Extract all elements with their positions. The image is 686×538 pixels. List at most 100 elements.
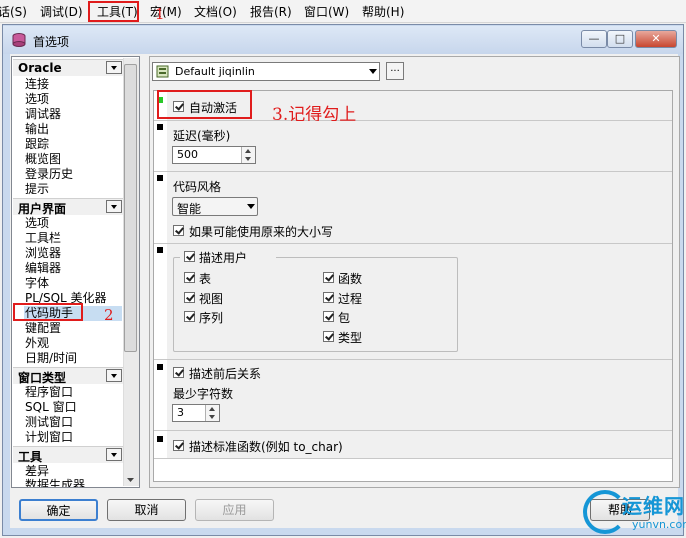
delay-stepper[interactable]: 500 — [172, 146, 256, 164]
chevron-down-icon — [247, 204, 255, 209]
nav-item-toolbar[interactable]: 工具栏 — [25, 231, 61, 246]
stepper-up-icon[interactable] — [209, 407, 215, 411]
menu-session[interactable]: 话(S) — [0, 3, 27, 20]
collapse-toggle-icon[interactable] — [106, 61, 122, 74]
nav-item-editor[interactable]: 编辑器 — [25, 261, 61, 276]
type-view-checkbox[interactable] — [184, 292, 195, 303]
collapse-toggle-icon[interactable] — [106, 369, 122, 382]
nav-item-test-window[interactable]: 测试窗口 — [25, 415, 73, 430]
profile-value: Default jiqinlin — [175, 65, 255, 78]
scrollbar-thumb[interactable] — [124, 64, 137, 352]
stepper-up-icon[interactable] — [245, 149, 251, 153]
describe-std-funcs-checkbox[interactable] — [173, 440, 184, 451]
profile-icon — [156, 65, 169, 78]
nav-item-program-window[interactable]: 程序窗口 — [25, 385, 73, 400]
type-sequence-label: 序列 — [199, 311, 224, 325]
stepper-down-icon[interactable] — [209, 415, 215, 419]
type-sequence-checkbox[interactable] — [184, 311, 195, 322]
ok-button[interactable]: 确定 — [19, 499, 98, 521]
nav-item-login-history[interactable]: 登录历史 — [25, 167, 73, 182]
nav-item-ui-options[interactable]: 选项 — [25, 216, 49, 231]
title-bar: 首选项 — □ ✕ — [3, 26, 683, 54]
maximize-button[interactable]: □ — [607, 30, 633, 48]
type-table-checkbox[interactable] — [184, 272, 195, 283]
collapse-toggle-icon[interactable] — [106, 200, 122, 213]
type-view-label: 视图 — [199, 292, 224, 306]
annotation-box-code-assistant — [13, 303, 83, 321]
watermark-url: yunvn.com — [632, 518, 686, 531]
nav-item-plan-window[interactable]: 计划窗口 — [25, 430, 73, 445]
category-oracle[interactable]: Oracle — [13, 59, 124, 76]
database-icon — [12, 33, 26, 47]
type-function-label: 函数 — [338, 272, 363, 286]
delay-label: 延迟(毫秒) — [173, 129, 231, 143]
annotation-box-auto-activate — [157, 90, 252, 119]
close-button[interactable]: ✕ — [635, 30, 677, 48]
keep-case-checkbox[interactable] — [173, 225, 184, 236]
nav-item-browser[interactable]: 浏览器 — [25, 246, 61, 261]
annotation-box-tools — [88, 1, 139, 22]
code-style-label: 代码风格 — [173, 180, 222, 194]
describe-users-checkbox[interactable] — [184, 251, 195, 262]
apply-button[interactable]: 应用 — [195, 499, 274, 521]
type-table-label: 表 — [199, 272, 212, 286]
type-package-label: 包 — [338, 311, 351, 325]
window-title: 首选项 — [33, 35, 70, 49]
type-procedure-label: 过程 — [338, 292, 363, 306]
watermark-text: 运维网 — [622, 494, 685, 518]
nav-item-hints[interactable]: 提示 — [25, 182, 49, 197]
category-tree: Oracle 连接 选项 调试器 输出 跟踪 概览图 登录历史 提示 用户界面 … — [11, 56, 140, 488]
describe-std-funcs-label: 描述标准函数(例如 to_char) — [189, 440, 343, 454]
type-function-checkbox[interactable] — [323, 272, 334, 283]
nav-item-debugger[interactable]: 调试器 — [25, 107, 61, 122]
annotation-step-1: 1 — [155, 5, 165, 23]
nav-item-output[interactable]: 输出 — [25, 122, 49, 137]
chevron-down-icon — [369, 69, 377, 74]
type-procedure-checkbox[interactable] — [323, 292, 334, 303]
section-marker-icon — [157, 364, 163, 370]
type-package-checkbox[interactable] — [323, 311, 334, 322]
collapse-toggle-icon[interactable] — [106, 448, 122, 461]
type-type-checkbox[interactable] — [323, 331, 334, 342]
section-marker-icon — [157, 124, 163, 130]
nav-item-connection[interactable]: 连接 — [25, 77, 49, 92]
keep-case-label: 如果可能使用原来的大小写 — [189, 225, 334, 239]
min-chars-stepper[interactable]: 3 — [172, 404, 220, 422]
nav-item-key-config[interactable]: 键配置 — [25, 321, 61, 336]
category-window-types[interactable]: 窗口类型 — [13, 367, 124, 385]
section-marker-icon — [157, 436, 163, 442]
menu-window[interactable]: 窗口(W) — [304, 3, 349, 20]
category-tools[interactable]: 工具 — [13, 446, 124, 464]
annotation-step-2: 2 — [104, 306, 114, 324]
stepper-down-icon[interactable] — [245, 157, 251, 161]
nav-item-compare[interactable]: 差异 — [25, 464, 49, 479]
section-marker-icon — [157, 175, 163, 181]
nav-item-date-time[interactable]: 日期/时间 — [25, 351, 77, 366]
profile-select[interactable]: Default jiqinlin — [152, 62, 380, 81]
cancel-button[interactable]: 取消 — [107, 499, 186, 521]
nav-item-data-generator[interactable]: 数据生成器 — [25, 478, 85, 487]
type-type-label: 类型 — [338, 331, 363, 345]
minimize-button[interactable]: — — [581, 30, 607, 48]
nav-item-fonts[interactable]: 字体 — [25, 276, 49, 291]
menu-reports[interactable]: 报告(R) — [250, 3, 292, 20]
section-divider — [154, 458, 672, 459]
section-marker-icon — [157, 247, 163, 253]
min-chars-label: 最少字符数 — [173, 387, 234, 401]
nav-item-appearance[interactable]: 外观 — [25, 336, 49, 351]
describe-context-label: 描述前后关系 — [189, 367, 262, 381]
category-user-interface[interactable]: 用户界面 — [13, 198, 124, 216]
menu-debug[interactable]: 调试(D) — [40, 3, 83, 20]
profile-more-button[interactable]: ... — [386, 62, 404, 80]
nav-item-options[interactable]: 选项 — [25, 92, 49, 107]
menu-help[interactable]: 帮助(H) — [362, 3, 404, 20]
scroll-down-icon[interactable] — [124, 474, 137, 486]
describe-context-checkbox[interactable] — [173, 367, 184, 378]
describe-users-label: 描述用户 — [199, 251, 248, 265]
nav-item-trace[interactable]: 跟踪 — [25, 137, 49, 152]
nav-item-sql-window[interactable]: SQL 窗口 — [25, 400, 77, 415]
watermark-logo-icon — [583, 490, 627, 534]
nav-item-overview[interactable]: 概览图 — [25, 152, 61, 167]
code-style-select[interactable]: 智能 — [172, 197, 258, 216]
menu-document[interactable]: 文档(O) — [194, 3, 237, 20]
